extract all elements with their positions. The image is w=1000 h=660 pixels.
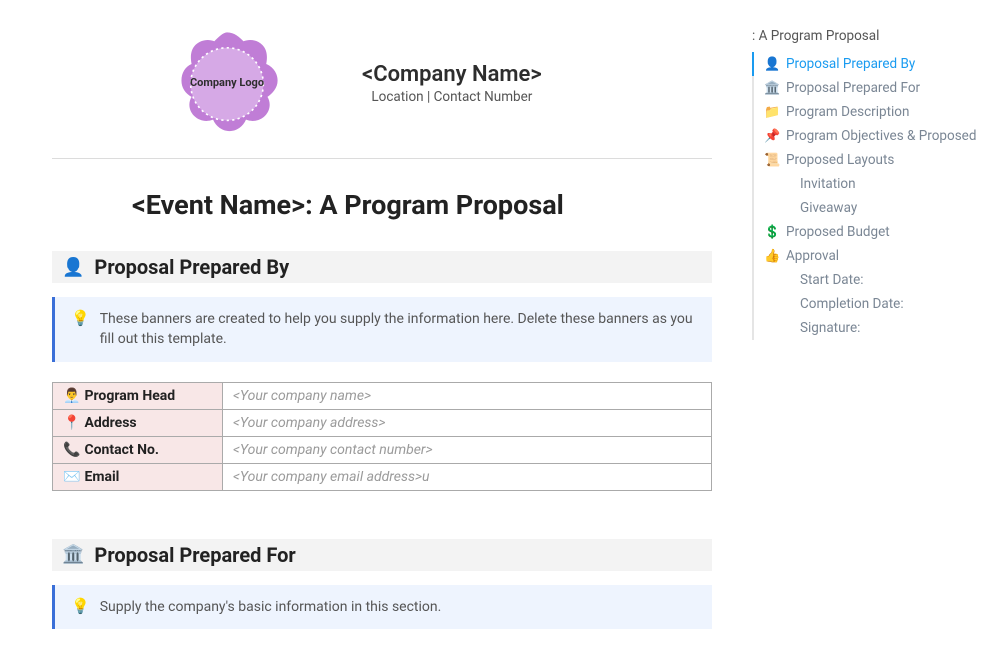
- callout-text: These banners are created to help you su…: [100, 309, 698, 350]
- document-header: Company Logo <Company Name> Location | C…: [52, 28, 712, 138]
- building-icon: 🏛️: [764, 81, 780, 96]
- outline-list: 👤Proposal Prepared By 🏛️Proposal Prepare…: [752, 52, 980, 340]
- row-label: 📞 Contact No.: [53, 436, 223, 463]
- outline-item-signature[interactable]: Signature:: [752, 316, 980, 340]
- lightbulb-icon: 💡: [71, 309, 90, 350]
- table-row: 📍 Address <Your company address>: [53, 409, 712, 436]
- phone-icon: 📞: [63, 442, 81, 458]
- person-icon: 👤: [764, 57, 780, 72]
- outline-item-start-date[interactable]: Start Date:: [752, 268, 980, 292]
- company-header-block: <Company Name> Location | Contact Number: [362, 62, 542, 105]
- scroll-icon: 📜: [764, 153, 780, 168]
- outline-item-layouts[interactable]: 📜Proposed Layouts: [752, 148, 980, 172]
- person-head-icon: 👨‍💼: [63, 388, 81, 404]
- company-location-contact[interactable]: Location | Contact Number: [362, 89, 542, 105]
- table-row: 📞 Contact No. <Your company contact numb…: [53, 436, 712, 463]
- table-row: 👨‍💼 Program Head <Your company name>: [53, 382, 712, 409]
- person-icon: 👤: [62, 257, 84, 278]
- pin-icon: 📍: [63, 415, 81, 431]
- section-title: Proposal Prepared For: [94, 543, 295, 567]
- outline-sidebar: : A Program Proposal 👤Proposal Prepared …: [752, 0, 1000, 660]
- info-callout[interactable]: 💡 Supply the company's basic information…: [52, 585, 712, 629]
- row-label: 👨‍💼 Program Head: [53, 382, 223, 409]
- thumbsup-icon: 👍: [764, 249, 780, 264]
- section-heading-prepared-for: 🏛️ Proposal Prepared For: [52, 539, 712, 571]
- row-value[interactable]: <Your company email address>u: [223, 463, 712, 490]
- section-heading-prepared-by: 👤 Proposal Prepared By: [52, 251, 712, 283]
- building-icon: 🏛️: [62, 544, 84, 565]
- folder-icon: 📁: [764, 105, 780, 120]
- row-value[interactable]: <Your company contact number>: [223, 436, 712, 463]
- outline-item-invitation[interactable]: Invitation: [752, 172, 980, 196]
- outline-title[interactable]: : A Program Proposal: [752, 28, 980, 44]
- email-icon: ✉️: [63, 469, 81, 485]
- outline-item-objectives[interactable]: 📌Program Objectives & Proposed S…: [752, 124, 980, 148]
- outline-item-prepared-by[interactable]: 👤Proposal Prepared By: [752, 52, 980, 76]
- lightbulb-icon: 💡: [71, 597, 90, 617]
- outline-item-budget[interactable]: 💲Proposed Budget: [752, 220, 980, 244]
- callout-text: Supply the company's basic information i…: [100, 597, 442, 617]
- row-value[interactable]: <Your company address>: [223, 409, 712, 436]
- document-main: Company Logo <Company Name> Location | C…: [0, 0, 752, 660]
- row-label: 📍 Address: [53, 409, 223, 436]
- company-logo-badge: Company Logo: [172, 28, 282, 138]
- outline-item-prepared-for[interactable]: 🏛️Proposal Prepared For: [752, 76, 980, 100]
- outline-item-giveaway[interactable]: Giveaway: [752, 196, 980, 220]
- header-divider: [52, 158, 712, 159]
- dollar-icon: 💲: [764, 225, 780, 240]
- row-value[interactable]: <Your company name>: [223, 382, 712, 409]
- section-title: Proposal Prepared By: [94, 255, 289, 279]
- outline-item-description[interactable]: 📁Program Description: [752, 100, 980, 124]
- table-row: ✉️ Email <Your company email address>u: [53, 463, 712, 490]
- company-name[interactable]: <Company Name>: [362, 62, 542, 87]
- logo-text: Company Logo: [190, 76, 264, 90]
- outline-item-completion-date[interactable]: Completion Date:: [752, 292, 980, 316]
- document-title[interactable]: <Event Name>: A Program Proposal: [132, 189, 712, 221]
- outline-item-approval[interactable]: 👍Approval: [752, 244, 980, 268]
- row-label: ✉️ Email: [53, 463, 223, 490]
- info-callout[interactable]: 💡 These banners are created to help you …: [52, 297, 712, 362]
- pushpin-icon: 📌: [764, 129, 780, 144]
- prepared-by-table: 👨‍💼 Program Head <Your company name> 📍 A…: [52, 382, 712, 491]
